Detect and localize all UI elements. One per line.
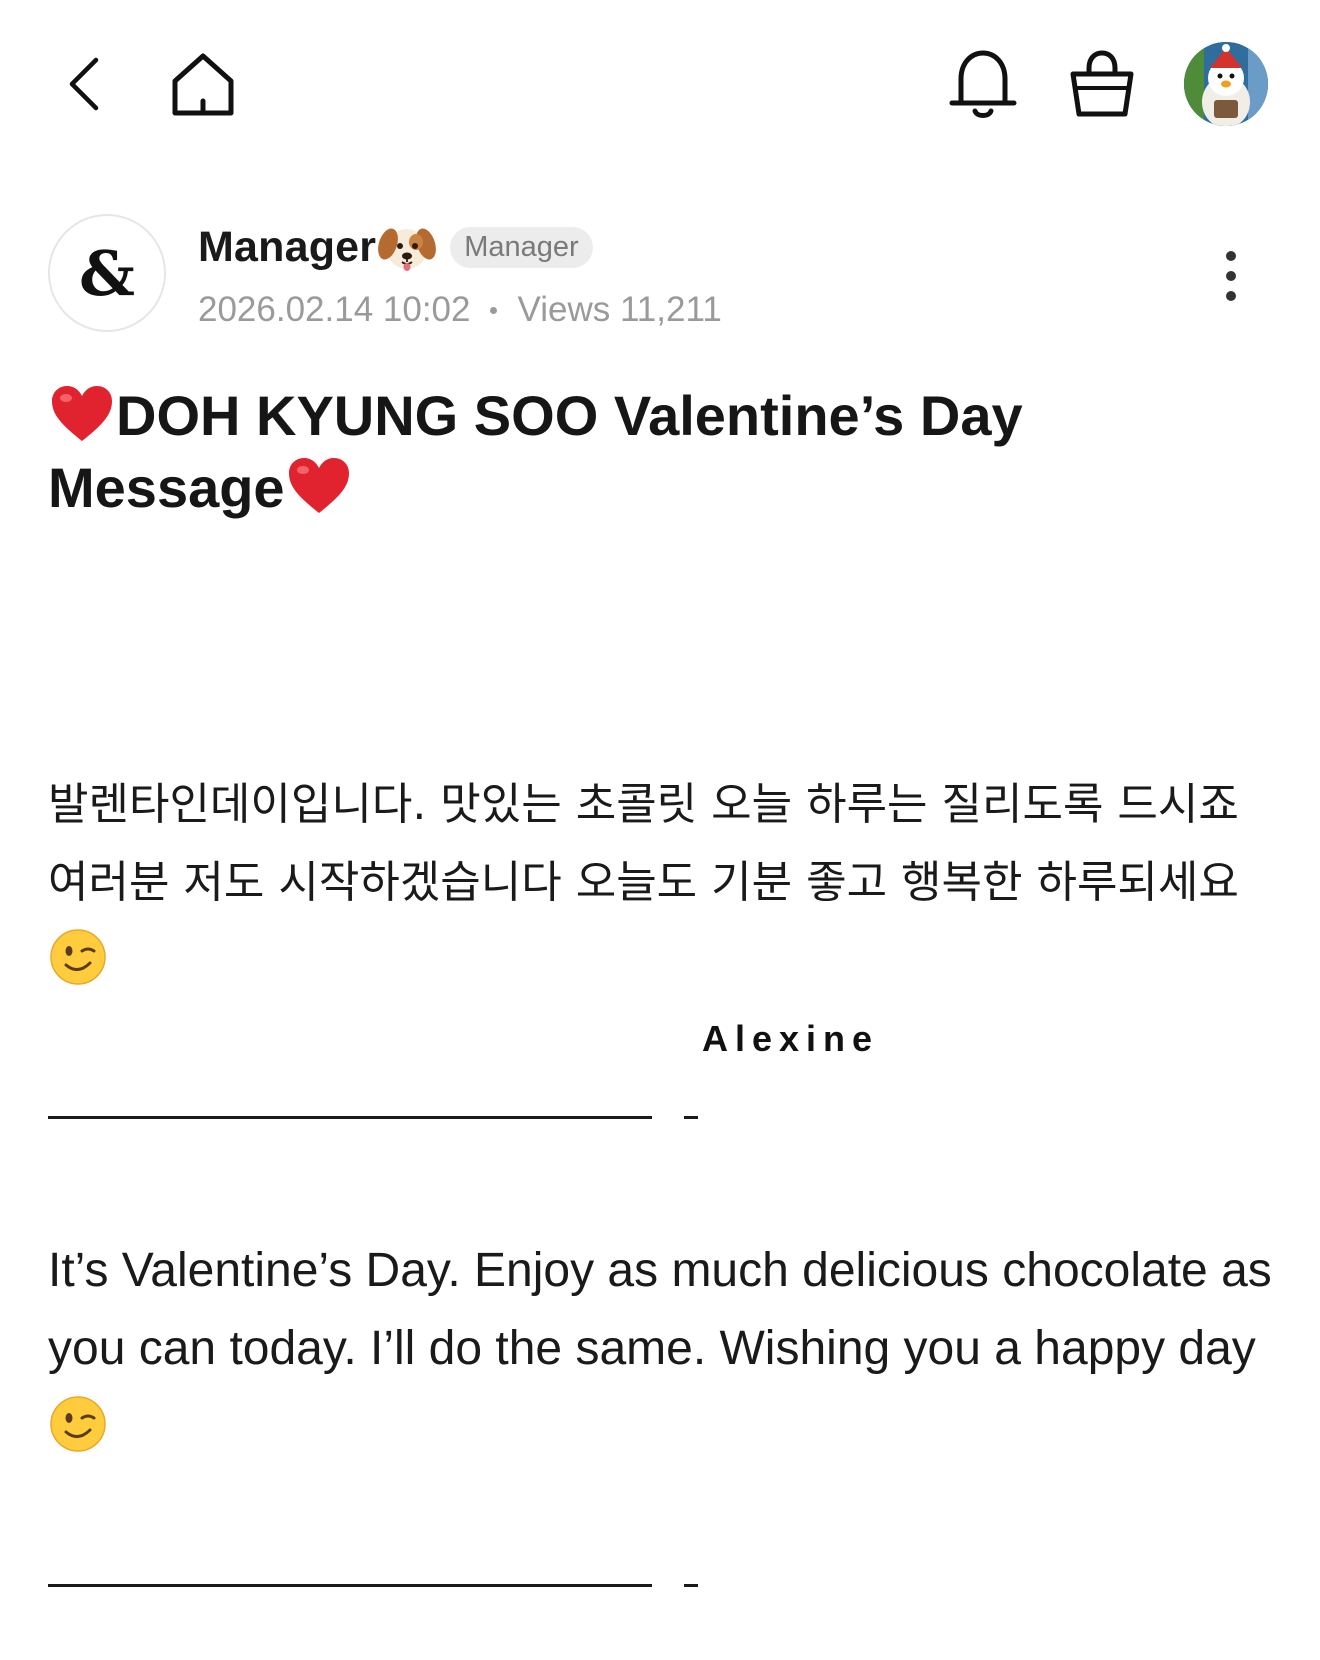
more-options-button[interactable] <box>1216 248 1246 304</box>
meta-separator <box>490 306 498 314</box>
divider-dash <box>684 1116 698 1119</box>
back-button[interactable] <box>54 50 114 118</box>
divider-line <box>48 1584 652 1587</box>
winking-face-emoji <box>50 929 106 985</box>
post-body-korean-text: 발렌타인데이입니다. 맛있는 초콜릿 오늘 하루는 질리도록 드시죠 여러분 저… <box>48 779 1239 908</box>
home-icon <box>172 53 234 116</box>
author-name[interactable]: Manager <box>198 223 376 272</box>
signature: Alexine <box>702 1018 880 1059</box>
author-info: Manager Manager <box>198 220 593 274</box>
red-heart-emoji <box>288 458 349 513</box>
red-heart-emoji <box>52 386 112 441</box>
shopping-bag-button[interactable] <box>1064 46 1140 122</box>
bell-icon <box>949 50 1017 118</box>
more-vertical-icon <box>1226 251 1236 301</box>
author-logo-text: & <box>79 236 135 310</box>
post-body-english-text: It’s Valentine’s Day. Enjoy as much deli… <box>48 1244 1272 1375</box>
post-views: Views 11,211 <box>517 290 722 329</box>
profile-avatar[interactable] <box>1184 42 1268 126</box>
role-badge: Manager <box>450 226 593 268</box>
post-title: DOH KYUNG SOO Valentine’s Day Message <box>48 380 1278 524</box>
user-avatar-image <box>1184 42 1268 126</box>
chevron-left-icon <box>69 57 99 111</box>
author-logo[interactable]: & <box>48 214 166 332</box>
post-meta: 2026.02.14 10:02 Views 11,211 <box>198 288 722 332</box>
post-title-text-2: Message <box>48 456 285 519</box>
divider-dash <box>684 1584 698 1587</box>
divider-line <box>48 1116 652 1119</box>
post-title-text-1: DOH KYUNG SOO Valentine’s Day <box>116 384 1023 447</box>
post-body-english: It’s Valentine’s Day. Enjoy as much deli… <box>48 1232 1282 1466</box>
post-title-line-2: Message <box>48 452 1278 524</box>
dog-face-emoji <box>378 220 437 274</box>
notifications-button[interactable] <box>946 44 1020 124</box>
post-datetime: 2026.02.14 10:02 <box>198 290 471 329</box>
post-body-korean: 발렌타인데이입니다. 맛있는 초콜릿 오늘 하루는 질리도록 드시죠 여러분 저… <box>48 766 1282 1000</box>
shopping-bag-icon <box>1070 50 1134 117</box>
home-button[interactable] <box>164 46 242 124</box>
winking-face-emoji <box>50 1396 106 1452</box>
top-navigation-bar <box>0 0 1320 170</box>
post-title-line-1: DOH KYUNG SOO Valentine’s Day <box>48 380 1278 452</box>
